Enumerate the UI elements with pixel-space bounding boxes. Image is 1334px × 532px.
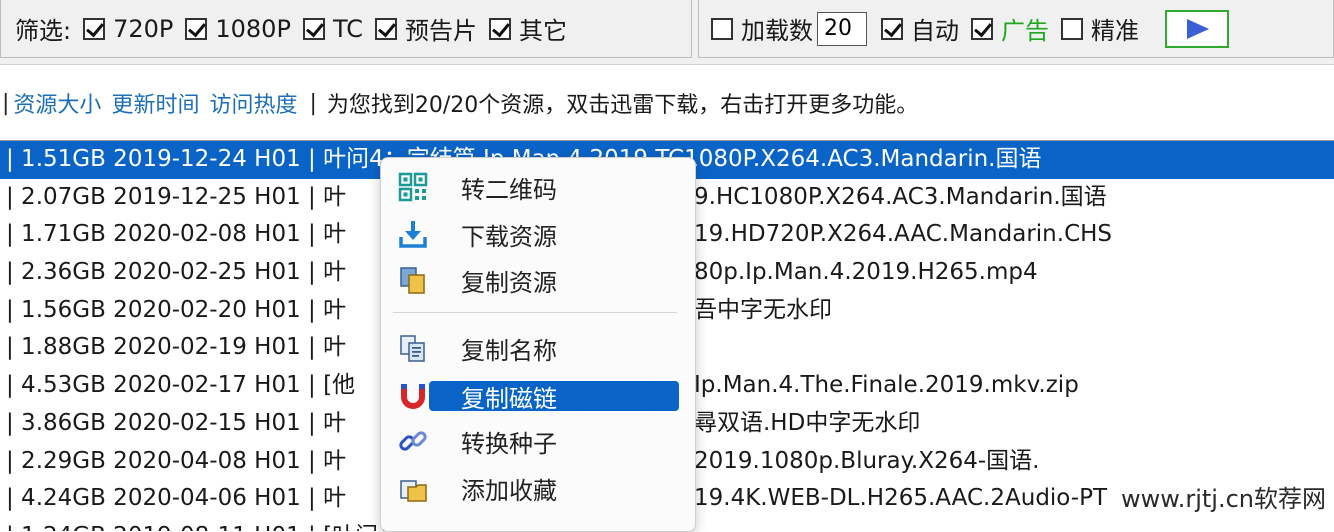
checkbox-label: 720P bbox=[113, 14, 174, 43]
result-text-tail: 9.HC1080P.X264.AC3.Mandarin.国语 bbox=[694, 183, 1107, 210]
checkbox-box[interactable] bbox=[1061, 17, 1083, 40]
checkbox-ads[interactable]: 广告 bbox=[971, 11, 1049, 46]
menu-item-copy-name[interactable]: 复制名称 bbox=[387, 329, 679, 367]
checkbox-box[interactable] bbox=[881, 17, 903, 40]
play-icon bbox=[1187, 18, 1209, 39]
checkbox-box[interactable] bbox=[185, 17, 208, 40]
link-icon bbox=[395, 423, 431, 459]
result-text: | 1.88GB 2020-02-19 H01 | 叶 bbox=[6, 334, 347, 361]
watermark: www.rjtj.cn软荐网 bbox=[1121, 479, 1326, 514]
ads-label: 广告 bbox=[1001, 17, 1049, 45]
result-text: | 2.07GB 2019-12-25 H01 | 叶 bbox=[6, 183, 347, 210]
sort-by-time-link[interactable]: 更新时间 bbox=[111, 87, 199, 119]
checkbox-box[interactable] bbox=[83, 17, 106, 40]
menu-item-label: 转二维码 bbox=[461, 175, 557, 204]
sort-by-size-link[interactable]: 资源大小 bbox=[13, 87, 101, 119]
menu-item-copy-magnet[interactable]: 复制磁链 bbox=[387, 377, 679, 415]
menu-item-label: 复制资源 bbox=[461, 268, 557, 297]
checkbox-load-count[interactable]: 加载数 bbox=[711, 11, 813, 46]
checkbox-label: TC bbox=[332, 14, 363, 43]
result-text-tail: Ip.Man.4.The.Finale.2019.mkv.zip bbox=[694, 372, 1079, 399]
download-icon bbox=[395, 216, 431, 252]
result-text: | 1.71GB 2020-02-08 H01 | 叶 bbox=[6, 221, 347, 248]
checkbox-trailer[interactable]: 预告片 bbox=[374, 11, 477, 46]
checkbox-box[interactable] bbox=[488, 17, 511, 40]
separator: | bbox=[309, 90, 317, 116]
checkbox-auto[interactable]: 自动 bbox=[881, 11, 959, 46]
checkbox-label: 1080P bbox=[215, 14, 291, 43]
checkbox-tc[interactable]: TC bbox=[302, 14, 363, 43]
checkbox-1080p[interactable]: 1080P bbox=[185, 15, 291, 43]
precise-label: 精准 bbox=[1091, 17, 1139, 45]
copy-resource-icon bbox=[395, 262, 431, 298]
options-group: 加载数 自动 广告 精准 bbox=[698, 0, 1334, 58]
checkbox-box[interactable] bbox=[711, 17, 733, 40]
result-text-tail: 80p.Ip.Man.4.2019.H265.mp4 bbox=[694, 259, 1038, 286]
result-text-tail: 19.HD720P.X264.AAC.Mandarin.CHS bbox=[694, 221, 1113, 248]
result-text: | 2.29GB 2020-04-08 H01 | 叶 bbox=[6, 447, 347, 474]
filter-toolbar: 筛选: 720P 1080P TC 预告片 其它 加载数 自动 bbox=[0, 0, 1334, 65]
load-count-input[interactable] bbox=[817, 11, 867, 46]
checkbox-box[interactable] bbox=[374, 17, 397, 40]
play-button[interactable] bbox=[1165, 9, 1229, 48]
result-text: | 4.24GB 2020-04-06 H01 | 叶 bbox=[6, 485, 347, 512]
checkbox-other[interactable]: 其它 bbox=[488, 11, 567, 46]
filter-label: 筛选: bbox=[15, 17, 72, 45]
favorite-folder-icon bbox=[395, 470, 431, 506]
menu-item-label: 复制名称 bbox=[461, 336, 557, 365]
result-text: | 3.86GB 2020-02-15 H01 | 叶 bbox=[6, 409, 347, 436]
load-count-label: 加载数 bbox=[741, 17, 813, 45]
magnet-icon bbox=[395, 378, 431, 414]
result-text-tail: 19.4K.WEB-DL.H265.AAC.2Audio-PT bbox=[694, 485, 1108, 512]
menu-item-convert-torrent[interactable]: 转换种子 bbox=[387, 422, 679, 460]
checkbox-box[interactable] bbox=[971, 17, 993, 40]
menu-item-qr-code[interactable]: 转二维码 bbox=[387, 168, 679, 206]
copy-name-icon bbox=[395, 330, 431, 366]
result-text-tail: 2019.1080p.Bluray.X264-国语. bbox=[694, 447, 1040, 474]
menu-item-label: 添加收藏 bbox=[461, 476, 557, 505]
result-text-tail: 尋双语.HD中字无水印 bbox=[694, 409, 921, 436]
status-message: 为您找到20/20个资源，双击迅雷下载，右击打开更多功能。 bbox=[326, 93, 919, 118]
auto-label: 自动 bbox=[911, 17, 959, 45]
menu-separator bbox=[393, 312, 677, 313]
menu-item-label: 复制磁链 bbox=[461, 384, 557, 413]
result-text: | 2.36GB 2020-02-25 H01 | 叶 bbox=[6, 259, 347, 286]
filter-group: 筛选: 720P 1080P TC 预告片 其它 bbox=[0, 0, 692, 58]
menu-item-copy-resource[interactable]: 复制资源 bbox=[387, 261, 679, 299]
checkbox-box[interactable] bbox=[302, 17, 325, 40]
result-text: | 1.56GB 2020-02-20 H01 | 叶 bbox=[6, 296, 347, 323]
menu-item-label: 转换种子 bbox=[461, 429, 557, 458]
checkbox-720p[interactable]: 720P bbox=[83, 15, 173, 43]
menu-item-download[interactable]: 下载资源 bbox=[387, 215, 679, 253]
sort-by-hot-link[interactable]: 访问热度 bbox=[209, 87, 297, 119]
status-bar: | 资源大小 更新时间 访问热度 | 为您找到20/20个资源，双击迅雷下载，右… bbox=[0, 86, 1334, 120]
checkbox-label: 预告片 bbox=[404, 17, 477, 45]
menu-item-label: 下载资源 bbox=[461, 222, 557, 251]
checkbox-label: 其它 bbox=[518, 17, 567, 45]
separator: | bbox=[2, 90, 10, 116]
qr-code-icon bbox=[395, 169, 431, 205]
result-text: | 4.53GB 2020-02-17 H01 | [他 bbox=[6, 372, 356, 399]
checkbox-precise[interactable]: 精准 bbox=[1061, 11, 1139, 46]
result-text-tail: 吾中字无水印 bbox=[694, 296, 832, 323]
menu-item-add-favorite[interactable]: 添加收藏 bbox=[387, 469, 679, 507]
context-menu: 转二维码 下载资源 复制资源 复制名称 复制磁链 转换种子 添加收藏 bbox=[380, 157, 696, 532]
